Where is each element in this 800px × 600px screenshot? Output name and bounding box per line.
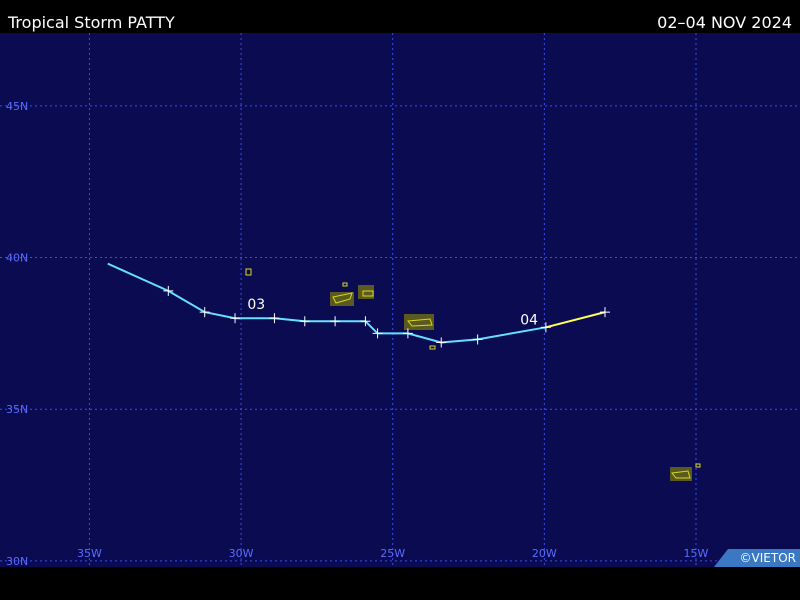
lon-label: 30W [229,547,254,560]
title-bar: Tropical Storm PATTY 02–04 NOV 2024 [0,0,800,33]
lat-label: 40N [6,252,28,265]
island-graciosa-block [358,285,374,299]
storm-title: Tropical Storm PATTY [8,13,175,32]
lat-label: 45N [6,100,28,113]
day-label-04: 04 [520,312,538,328]
map-canvas: 45N 40N 35N 30N 35W 30W 25W 20W 15W 03 04 [0,33,800,568]
bottom-bar [0,567,800,600]
ocean-background [0,33,800,567]
day-label-03: 03 [247,297,265,313]
credit-badge: ©VIETOR [714,549,800,567]
track-map: 45N 40N 35N 30N 35W 30W 25W 20W 15W 03 04 [0,33,800,568]
lon-label: 35W [77,547,102,560]
lat-label: 30N [6,555,28,567]
lon-label: 20W [532,547,557,560]
lon-label: 15W [684,547,709,560]
date-range: 02–04 NOV 2024 [657,13,792,32]
lon-label: 25W [380,547,405,560]
lat-label: 35N [6,403,28,416]
